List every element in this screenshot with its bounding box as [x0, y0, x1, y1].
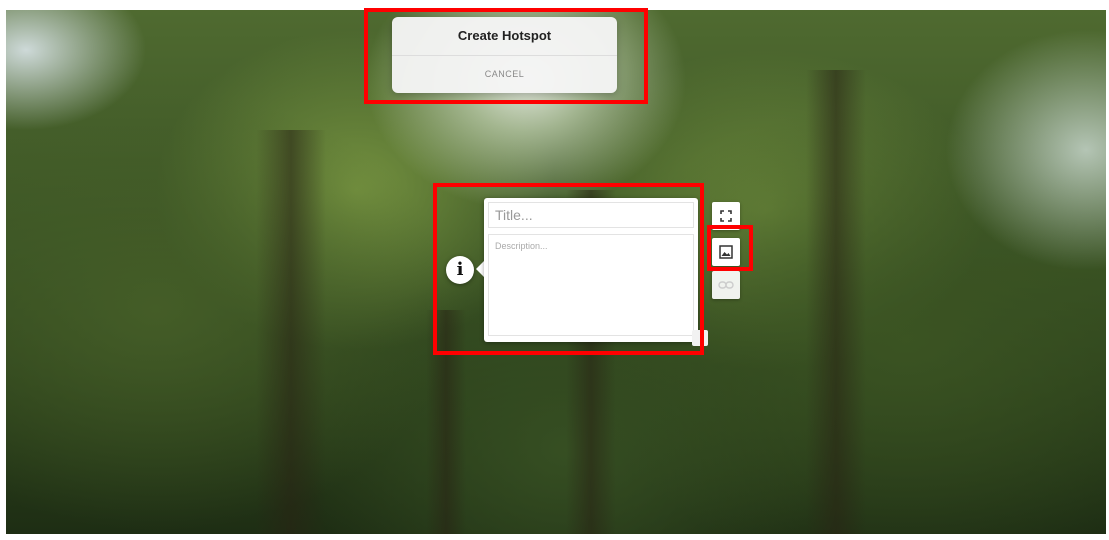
description-input[interactable]	[488, 234, 694, 336]
cancel-button[interactable]: CANCEL	[392, 56, 617, 93]
tree-trunk	[806, 70, 866, 534]
fullscreen-button[interactable]	[712, 202, 740, 230]
create-hotspot-dialog: Create Hotspot CANCEL	[392, 17, 617, 93]
link-button[interactable]	[712, 271, 740, 299]
resize-handle[interactable]	[692, 330, 708, 346]
image-button[interactable]	[712, 238, 740, 266]
fullscreen-icon	[720, 210, 732, 222]
tree-trunk	[426, 310, 466, 534]
hotspot-editor	[484, 198, 698, 342]
popup-arrow	[476, 261, 484, 277]
info-icon[interactable]: i	[446, 256, 474, 284]
title-input[interactable]	[488, 202, 694, 228]
image-icon	[719, 245, 733, 259]
create-hotspot-button[interactable]: Create Hotspot	[392, 17, 617, 56]
tree-trunk	[256, 130, 326, 534]
link-icon	[718, 281, 734, 289]
